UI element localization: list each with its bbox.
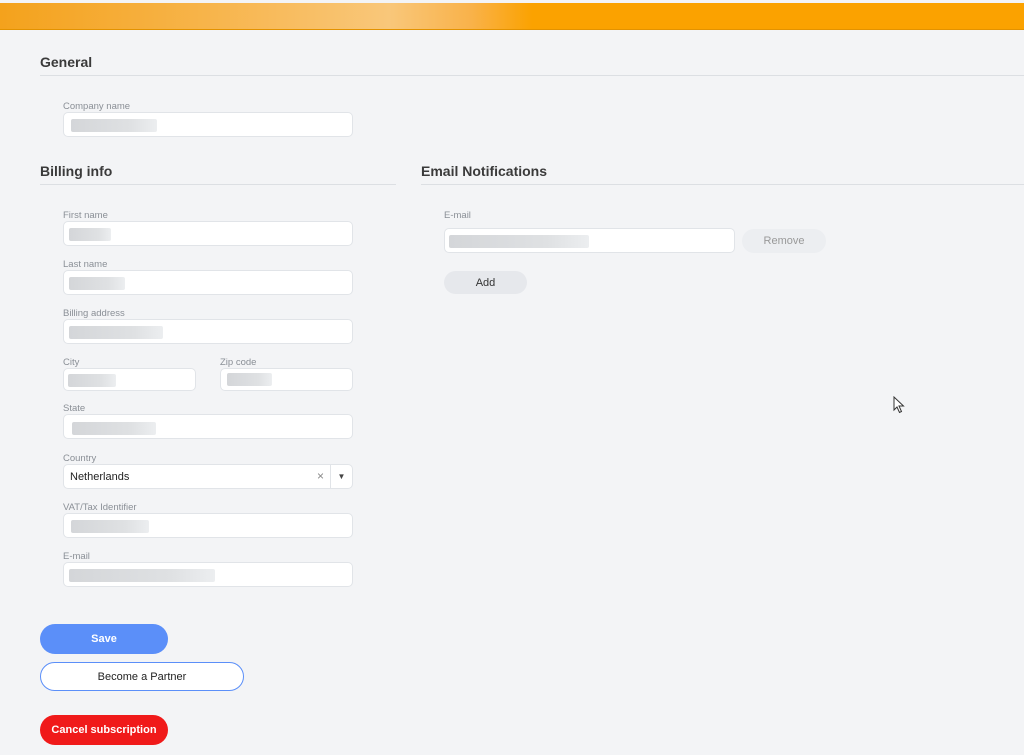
billing-email-label: E-mail [63,551,90,562]
redacted-value [69,277,125,290]
redacted-value [69,569,215,582]
redacted-value [227,373,272,386]
redacted-value [71,119,157,132]
save-button[interactable]: Save [40,624,168,654]
zip-code-label: Zip code [220,357,257,368]
country-label: Country [63,453,97,464]
billing-email-input[interactable] [63,562,353,587]
cancel-subscription-button[interactable]: Cancel subscription [40,715,168,745]
country-selected-value: Netherlands [70,471,130,483]
section-title-notifications: Email Notifications [421,163,548,179]
first-name-label: First name [63,210,108,221]
redacted-value [71,520,149,533]
divider-billing [40,184,396,185]
notification-email-input[interactable] [444,228,735,253]
clear-icon[interactable]: × [317,469,324,483]
country-select[interactable]: Netherlands × ▼ [63,464,353,489]
top-header-bar [0,3,1024,30]
last-name-label: Last name [63,259,108,270]
city-input[interactable] [63,368,196,391]
become-partner-button[interactable]: Become a Partner [40,662,244,691]
first-name-input[interactable] [63,221,353,246]
vat-label: VAT/Tax Identifier [63,502,137,513]
company-name-label: Company name [63,101,131,112]
state-input[interactable] [63,414,353,439]
company-name-input[interactable] [63,112,353,137]
remove-email-button[interactable]: Remove [742,229,826,253]
redacted-value [72,422,156,435]
section-title-billing: Billing info [40,163,113,179]
redacted-value [449,235,589,248]
mouse-cursor-icon [893,396,905,414]
vat-input[interactable] [63,513,353,538]
divider-notifications [421,184,1024,185]
divider-general [40,75,1024,76]
billing-address-input[interactable] [63,319,353,344]
zip-code-input[interactable] [220,368,353,391]
city-label: City [63,357,80,368]
chevron-down-icon[interactable]: ▼ [330,465,352,488]
redacted-value [68,374,116,387]
state-label: State [63,403,86,414]
billing-address-label: Billing address [63,308,125,319]
section-title-general: General [40,54,93,70]
add-email-button[interactable]: Add [444,271,527,294]
redacted-value [69,228,111,241]
notification-email-label: E-mail [444,210,471,221]
last-name-input[interactable] [63,270,353,295]
redacted-value [69,326,163,339]
